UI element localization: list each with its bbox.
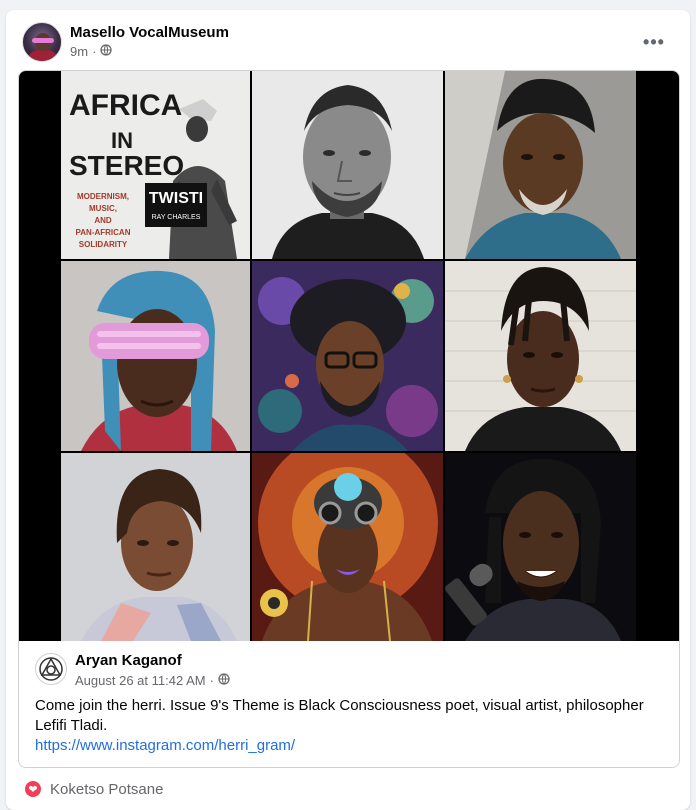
reaction-name[interactable]: Koketso Potsane [50, 781, 163, 798]
collage-tile-portrait-3[interactable] [445, 71, 636, 259]
book-title-line3: STEREO [69, 150, 184, 181]
portrait-image [61, 261, 250, 451]
record-sign-text: TWISTI [149, 190, 203, 207]
feed-post: Masello VocalMuseum 9m · ••• AFRICA IN S… [6, 10, 690, 810]
collage-tile-portrait-4[interactable] [61, 261, 250, 451]
heart-icon: ❤ [24, 780, 42, 798]
collage-tile-portrait-2[interactable] [252, 71, 443, 259]
shared-post-meta: August 26 at 11:42 AM · [75, 673, 230, 688]
artwork-image [252, 453, 443, 641]
shared-post-card[interactable]: AFRICA IN STEREO MODERNISM, MUSIC, AND P… [18, 70, 680, 768]
image-collage[interactable]: AFRICA IN STEREO MODERNISM, MUSIC, AND P… [19, 71, 679, 641]
post-header: Masello VocalMuseum 9m · ••• [22, 22, 672, 62]
record-sign-sub: RAY CHARLES [152, 214, 201, 221]
more-options-button[interactable]: ••• [640, 28, 668, 56]
book-cover-image: AFRICA IN STEREO MODERNISM, MUSIC, AND P… [61, 71, 250, 259]
shared-post-date[interactable]: August 26 at 11:42 AM [75, 673, 206, 688]
portrait-image [61, 453, 250, 641]
collage-tile-portrait-6[interactable] [445, 261, 636, 451]
book-subtitle-line4: PAN-AFRICAN [76, 228, 131, 237]
shared-post-author[interactable]: Aryan Kaganof [75, 652, 182, 669]
post-time[interactable]: 9m [70, 44, 88, 59]
portrait-image [252, 71, 443, 259]
globe-icon [218, 673, 230, 688]
meta-dot: · [209, 673, 214, 688]
shared-post-text: Come join the herri. Issue 9's Theme is … [35, 697, 644, 734]
herri-logo-icon[interactable] [35, 653, 67, 685]
book-subtitle-line2: MUSIC, [89, 204, 117, 213]
shared-post-body: Aryan Kaganof August 26 at 11:42 AM · Co… [19, 641, 679, 767]
portrait-image [445, 453, 636, 641]
book-subtitle-line3: AND [94, 216, 112, 225]
author-avatar[interactable] [22, 22, 62, 62]
collage-tile-portrait-9[interactable] [445, 453, 636, 641]
meta-dot: · [92, 44, 97, 59]
collage-tile-artwork-8[interactable] [252, 453, 443, 641]
portrait-image [445, 261, 636, 451]
book-subtitle-line5: SOLIDARITY [79, 240, 128, 249]
portrait-image [445, 71, 636, 259]
collage-tile-artwork-5[interactable] [252, 261, 443, 451]
collage-tile-portrait-7[interactable] [61, 453, 250, 641]
collage-tile-book-cover[interactable]: AFRICA IN STEREO MODERNISM, MUSIC, AND P… [61, 71, 250, 259]
reactions-bar[interactable]: ❤ Koketso Potsane [24, 780, 163, 798]
book-subtitle-line1: MODERNISM, [77, 192, 129, 201]
artwork-image [252, 261, 443, 451]
instagram-link[interactable]: https://www.instagram.com/herri_gram/ [35, 737, 295, 754]
globe-icon [100, 44, 113, 59]
post-meta: 9m · [70, 44, 113, 59]
book-title-line1: AFRICA [69, 89, 182, 122]
post-author[interactable]: Masello VocalMuseum [70, 24, 229, 41]
